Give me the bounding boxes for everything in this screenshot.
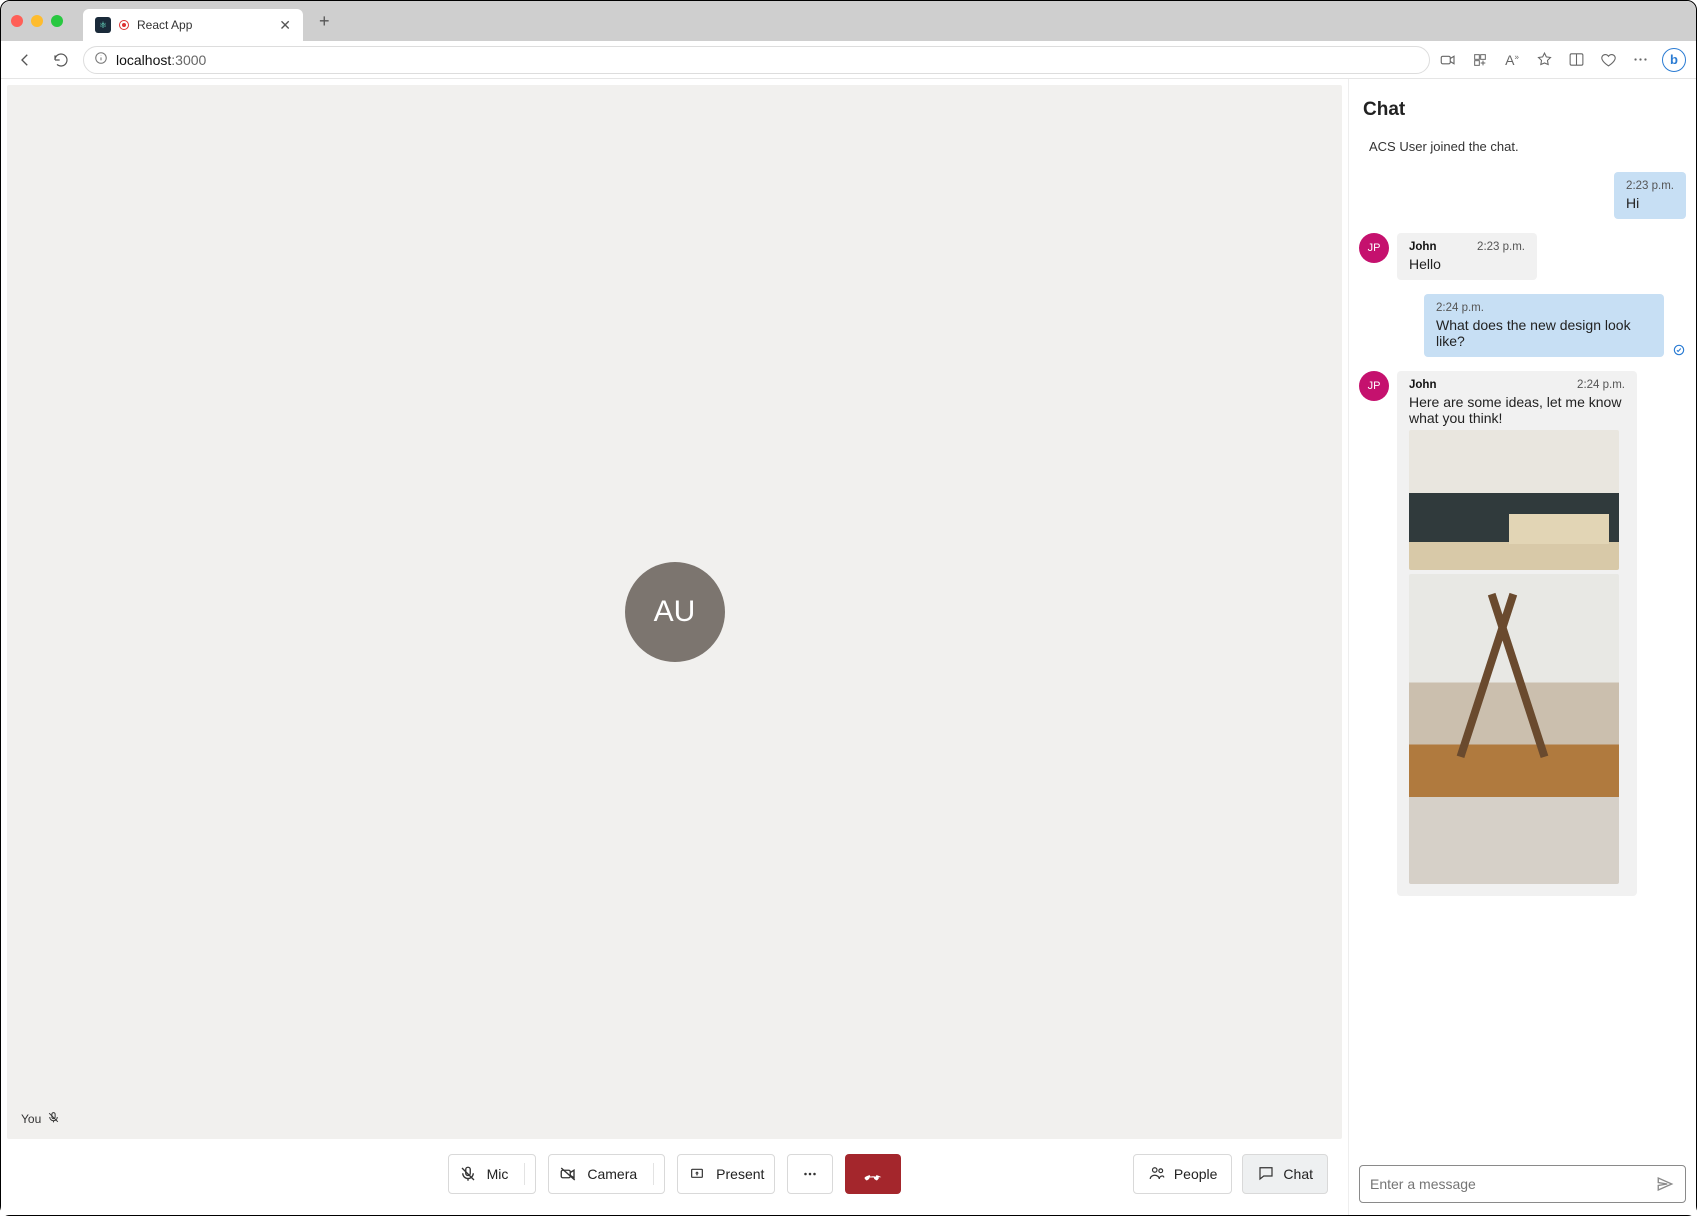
window-titlebar: ⚛ React App ✕ +	[1, 1, 1696, 41]
message-time: 2:23 p.m.	[1626, 180, 1674, 192]
split-screen-icon[interactable]	[1566, 50, 1586, 70]
sender-initials: JP	[1368, 380, 1381, 392]
self-label-text: You	[21, 1112, 41, 1126]
sender-avatar: JP	[1359, 371, 1389, 401]
mic-label: Mic	[487, 1166, 509, 1182]
chat-message: 2:23 p.m. Hi	[1359, 172, 1686, 219]
present-button[interactable]: Present	[677, 1154, 775, 1194]
camera-label: Camera	[587, 1166, 637, 1182]
more-actions-button[interactable]	[787, 1154, 833, 1194]
people-panel-button[interactable]: People	[1133, 1154, 1233, 1194]
sender-avatar: JP	[1359, 233, 1389, 263]
message-text: Here are some ideas, let me know what yo…	[1409, 394, 1625, 426]
chat-message: JP John 2:24 p.m. Here are some ideas, l…	[1359, 371, 1686, 896]
people-label: People	[1174, 1166, 1218, 1182]
message-bubble-self[interactable]: 2:24 p.m. What does the new design look …	[1424, 294, 1664, 357]
self-video-label: You	[21, 1111, 60, 1127]
remote-participant-avatar: AU	[625, 562, 725, 662]
tab-title: React App	[137, 18, 192, 32]
extensions-icon[interactable]	[1470, 50, 1490, 70]
people-icon	[1148, 1164, 1166, 1185]
close-tab-button[interactable]: ✕	[279, 17, 291, 34]
mic-off-icon	[459, 1165, 477, 1183]
message-bubble-other[interactable]: John 2:24 p.m. Here are some ideas, let …	[1397, 371, 1637, 896]
bing-chat-icon[interactable]: b	[1662, 48, 1686, 72]
present-label: Present	[716, 1166, 764, 1182]
message-time: 2:23 p.m.	[1477, 241, 1525, 253]
recording-indicator-icon	[119, 20, 129, 30]
browser-toolbar: localhost:3000 A» b	[1, 41, 1696, 79]
message-time: 2:24 p.m.	[1436, 302, 1652, 314]
mic-toggle-button[interactable]: Mic	[448, 1154, 537, 1194]
chat-panel: Chat ACS User joined the chat. 2:23 p.m.…	[1348, 79, 1696, 1215]
react-favicon-icon: ⚛	[95, 17, 111, 33]
chat-message-input[interactable]	[1370, 1176, 1647, 1192]
close-window-button[interactable]	[11, 15, 23, 27]
browser-tab[interactable]: ⚛ React App ✕	[83, 9, 303, 41]
chat-title: Chat	[1359, 95, 1686, 135]
video-capture-icon[interactable]	[1438, 50, 1458, 70]
divider	[653, 1163, 654, 1185]
camera-toggle-button[interactable]: Camera	[548, 1154, 665, 1194]
send-message-button[interactable]	[1655, 1174, 1675, 1194]
chat-label: Chat	[1283, 1166, 1313, 1182]
refresh-button[interactable]	[47, 46, 75, 74]
browser-right-icons: A» b	[1438, 48, 1686, 72]
text-size-icon[interactable]: A»	[1502, 50, 1522, 70]
message-seen-icon	[1672, 343, 1686, 357]
address-bar[interactable]: localhost:3000	[83, 46, 1430, 74]
chat-system-message: ACS User joined the chat.	[1359, 135, 1686, 158]
share-screen-icon	[688, 1165, 706, 1183]
chat-panel-button[interactable]: Chat	[1242, 1154, 1328, 1194]
favorites-icon[interactable]	[1534, 50, 1554, 70]
minimize-window-button[interactable]	[31, 15, 43, 27]
chat-message: 2:24 p.m. What does the new design look …	[1359, 294, 1686, 357]
more-menu-icon[interactable]	[1630, 50, 1650, 70]
message-bubble-other[interactable]: John 2:23 p.m. Hello	[1397, 233, 1537, 280]
call-controls: Mic Camera Present	[7, 1139, 1342, 1209]
message-text: Hello	[1409, 256, 1525, 272]
sender-name: John	[1409, 379, 1436, 391]
message-text: What does the new design look like?	[1436, 317, 1652, 349]
hang-up-button[interactable]	[845, 1154, 901, 1194]
mic-muted-icon	[47, 1111, 60, 1127]
video-column: AU You Mic Camera	[1, 79, 1348, 1215]
sender-initials: JP	[1368, 242, 1381, 254]
app-root: AU You Mic Camera	[1, 79, 1696, 1215]
chat-message-list[interactable]: ACS User joined the chat. 2:23 p.m. Hi J…	[1359, 135, 1686, 1155]
divider	[524, 1163, 525, 1185]
remote-participant-initials: AU	[654, 595, 696, 629]
url-host: localhost	[116, 52, 171, 68]
site-info-icon[interactable]	[94, 51, 108, 68]
message-time: 2:24 p.m.	[1577, 379, 1625, 391]
attachment-image[interactable]	[1409, 430, 1619, 570]
message-bubble-self[interactable]: 2:23 p.m. Hi	[1614, 172, 1686, 219]
side-panel-controls: People Chat	[1133, 1154, 1328, 1194]
url-port: :3000	[171, 52, 206, 68]
chat-message: JP John 2:23 p.m. Hello	[1359, 233, 1686, 280]
window-controls	[11, 15, 63, 27]
collections-icon[interactable]	[1598, 50, 1618, 70]
new-tab-button[interactable]: +	[311, 11, 338, 32]
back-button[interactable]	[11, 46, 39, 74]
attachment-image[interactable]	[1409, 574, 1619, 884]
chat-icon	[1257, 1164, 1275, 1185]
chat-input-container	[1359, 1165, 1686, 1203]
message-text: Hi	[1626, 195, 1674, 211]
video-stage: AU You	[7, 85, 1342, 1139]
sender-name: John	[1409, 241, 1436, 253]
camera-off-icon	[559, 1165, 577, 1183]
maximize-window-button[interactable]	[51, 15, 63, 27]
